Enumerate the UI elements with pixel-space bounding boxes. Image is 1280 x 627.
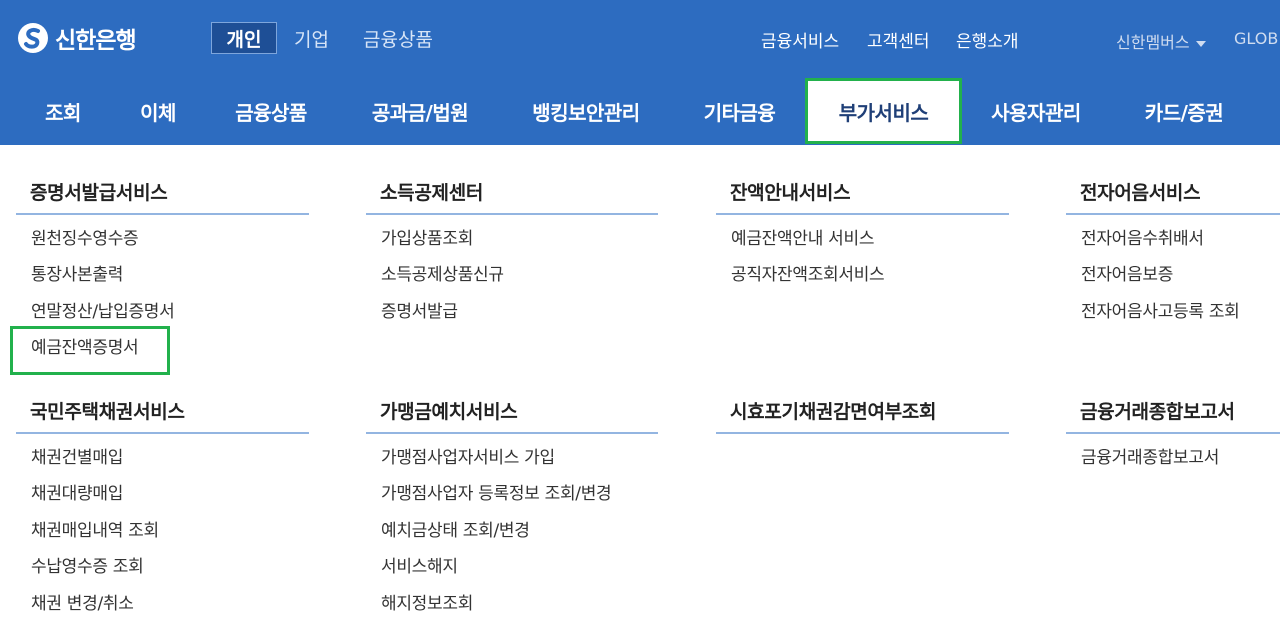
gnb-financial-products[interactable]: 금융상품	[215, 78, 327, 144]
segment-corporate[interactable]: 기업	[294, 22, 329, 54]
top-header: 신한은행 개인 기업 금융상품 금융서비스 고객센터 은행소개 신한멤버스 GL…	[0, 0, 1280, 145]
gnb-card-securities[interactable]: 카드/증권	[1125, 78, 1243, 144]
chevron-down-icon	[1195, 40, 1206, 47]
menu-link[interactable]: 전자어음수취배서	[1066, 228, 1280, 264]
gnb-other-finance[interactable]: 기타금융	[683, 78, 796, 144]
menu-link[interactable]: 예치금상태 조회/변경	[366, 520, 658, 556]
section-balance-notice: 잔액안내서비스 예금잔액안내 서비스 공직자잔액조회서비스	[716, 178, 1009, 301]
menu-link[interactable]: 해지정보조회	[366, 593, 658, 627]
shinhan-logo-icon	[18, 23, 48, 53]
util-bank-intro[interactable]: 은행소개	[956, 27, 1019, 52]
section-electronic-bill: 전자어음서비스 전자어음수취배서 전자어음보증 전자어음사고등록 조회	[1066, 178, 1280, 337]
menu-link[interactable]: 전자어음사고등록 조회	[1066, 301, 1280, 337]
menu-link[interactable]: 가입상품조회	[366, 228, 658, 264]
menu-link[interactable]: 증명서발급	[366, 301, 658, 337]
brand-logo[interactable]: 신한은행	[18, 22, 137, 54]
menu-link[interactable]: 전자어음보증	[1066, 264, 1280, 300]
section-title: 국민주택채권서비스	[16, 397, 309, 434]
section-title: 증명서발급서비스	[16, 178, 309, 215]
section-title: 전자어음서비스	[1066, 178, 1280, 215]
brand-name: 신한은행	[55, 28, 137, 54]
menu-link[interactable]: 가맹점사업자서비스 가입	[366, 447, 658, 483]
util-customer-center[interactable]: 고객센터	[867, 27, 930, 52]
section-financial-report: 금융거래종합보고서 금융거래종합보고서	[1066, 397, 1280, 483]
section-franchise-deposit: 가맹금예치서비스 가맹점사업자서비스 가입 가맹점사업자 등록정보 조회/변경 …	[366, 397, 658, 627]
menu-link[interactable]: 소득공제상품신규	[366, 264, 658, 300]
menu-link[interactable]: 원천징수영수증	[16, 228, 309, 264]
menu-link[interactable]: 채권대량매입	[16, 483, 309, 519]
gnb-utility-court[interactable]: 공과금/법원	[350, 78, 490, 144]
menu-link[interactable]: 채권건별매입	[16, 447, 309, 483]
util-financial-services[interactable]: 금융서비스	[761, 27, 839, 52]
gnb-additional-services[interactable]: 부가서비스	[805, 78, 962, 144]
segment-personal[interactable]: 개인	[211, 22, 277, 54]
menu-link[interactable]: 가맹점사업자 등록정보 조회/변경	[366, 483, 658, 519]
section-title: 소득공제센터	[366, 178, 658, 215]
section-title-link[interactable]: 시효포기채권감면여부조회	[716, 397, 1009, 434]
menu-link[interactable]: 채권 변경/취소	[16, 593, 309, 627]
menu-link[interactable]: 금융거래종합보고서	[1066, 447, 1280, 483]
global-link[interactable]: GLOB	[1234, 29, 1278, 48]
menu-link[interactable]: 공직자잔액조회서비스	[716, 264, 1009, 300]
gnb-user-management[interactable]: 사용자관리	[972, 78, 1100, 144]
section-title: 금융거래종합보고서	[1066, 397, 1280, 434]
section-income-deduction: 소득공제센터 가입상품조회 소득공제상품신규 증명서발급	[366, 178, 658, 337]
segment-products[interactable]: 금융상품	[363, 22, 433, 54]
members-label: 신한멤버스	[1116, 33, 1190, 52]
members-dropdown[interactable]: 신한멤버스	[1116, 29, 1206, 53]
menu-link[interactable]: 서비스해지	[366, 556, 658, 592]
gnb-banking-security[interactable]: 뱅킹보안관리	[515, 78, 657, 144]
menu-link[interactable]: 수납영수증 조회	[16, 556, 309, 592]
section-housing-bond: 국민주택채권서비스 채권건별매입 채권대량매입 채권매입내역 조회 수납영수증 …	[16, 397, 309, 627]
menu-link[interactable]: 예금잔액안내 서비스	[716, 228, 1009, 264]
section-title: 가맹금예치서비스	[366, 397, 658, 434]
gnb-inquiry[interactable]: 조회	[22, 78, 104, 144]
menu-link[interactable]: 채권매입내역 조회	[16, 520, 309, 556]
highlight-box	[10, 326, 170, 375]
gnb-transfer[interactable]: 이체	[117, 78, 199, 144]
section-title: 잔액안내서비스	[716, 178, 1009, 215]
menu-link[interactable]: 통장사본출력	[16, 264, 309, 300]
section-statute-bond-inquiry: 시효포기채권감면여부조회	[716, 397, 1009, 434]
